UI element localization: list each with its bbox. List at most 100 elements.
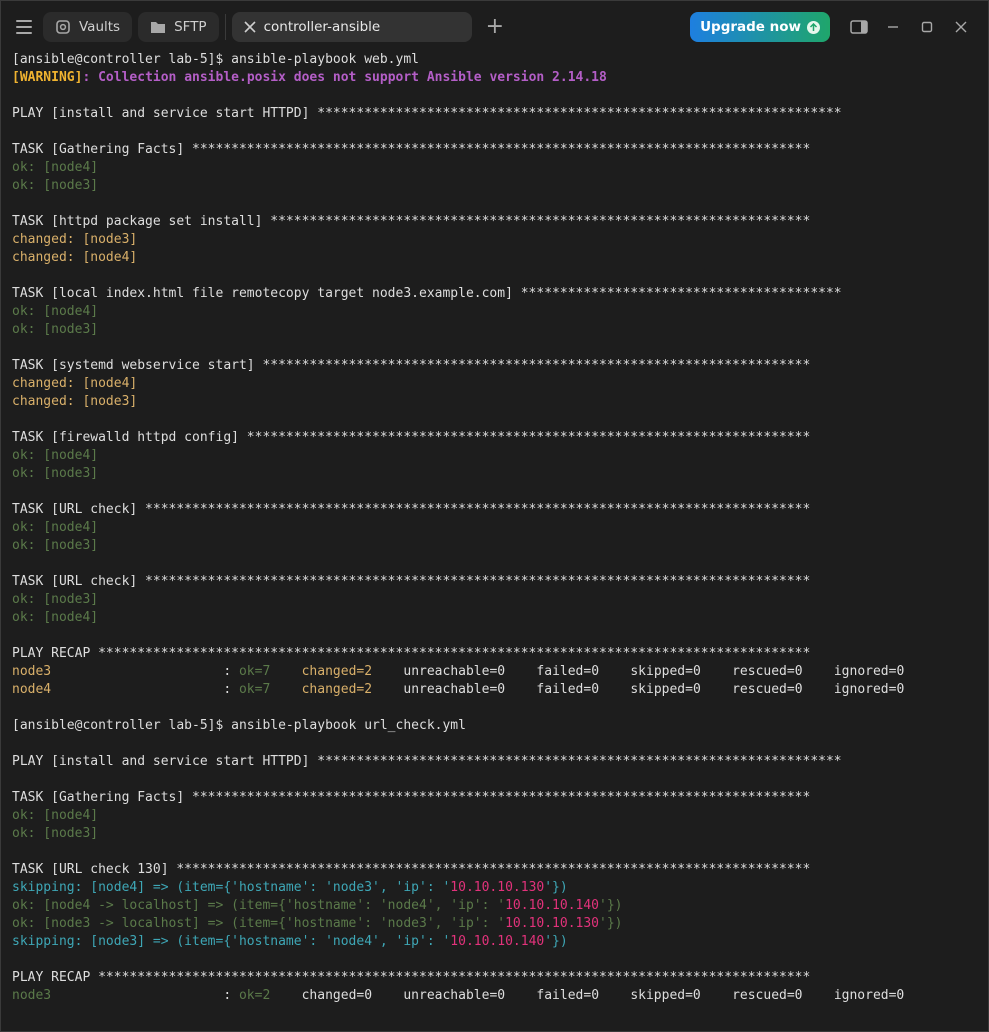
terminal-text: TASK [systemd webservice start] ********… [12, 358, 811, 373]
terminal-line: ok: [node3] [12, 465, 977, 483]
terminal-line: skipping: [node4] => (item={'hostname': … [12, 879, 977, 897]
terminal-text: [ansible@controller lab-5]$ ansible-play… [12, 718, 466, 733]
terminal-text: ok=2 [238, 988, 271, 1003]
terminal-line: ok: [node4] [12, 303, 977, 321]
arrow-up-icon [807, 20, 820, 34]
terminal-text: ok: [node4] [12, 160, 99, 175]
terminal-line: ok: [node4] [12, 807, 977, 825]
terminal-text: changed: [node4] [12, 250, 138, 265]
terminal-text: '}) [599, 916, 623, 931]
terminal-text: TASK [URL check] ***********************… [12, 574, 811, 589]
terminal-text: ok: [node4 -> localhost] => (item={'host… [12, 898, 506, 913]
terminal-line: TASK [URL check 130] *******************… [12, 861, 977, 879]
terminal-line: ok: [node4] [12, 447, 977, 465]
terminal-text: 10.10.10.140 [505, 898, 600, 913]
minimize-icon[interactable] [876, 12, 910, 42]
terminal-line: skipping: [node3] => (item={'hostname': … [12, 933, 977, 951]
terminal-line: ok: [node3] [12, 321, 977, 339]
terminal-text: PLAY [install and service start HTTPD] *… [12, 106, 842, 121]
terminal-text: skipping: [node3] => (item={'hostname': … [12, 934, 451, 949]
terminal-line: TASK [httpd package set install] *******… [12, 213, 977, 231]
terminal-line: ok: [node3] [12, 537, 977, 555]
terminal-line: TASK [URL check] ***********************… [12, 573, 977, 591]
terminal-line: ok: [node3 -> localhost] => (item={'host… [12, 915, 977, 933]
terminal-line: node3 : ok=7 changed=2 unreachable=0 fai… [12, 663, 977, 681]
terminal-line: ok: [node3] [12, 591, 977, 609]
sidebar-toggle-icon[interactable] [842, 12, 876, 42]
terminal-text: PLAY [install and service start HTTPD] *… [12, 754, 842, 769]
new-tab-icon[interactable]: + [486, 15, 504, 38]
terminal-text: ok: [node4] [12, 448, 99, 463]
upgrade-label: Upgrade now [700, 19, 801, 35]
terminal-text: 10.10.10.130 [450, 880, 545, 895]
tab-label: controller-ansible [263, 18, 381, 35]
terminal-text: : Collection ansible.posix does not supp… [82, 70, 607, 85]
folder-icon [150, 20, 166, 34]
terminal-text: : [51, 988, 239, 1003]
upgrade-button[interactable]: Upgrade now [690, 12, 830, 42]
vault-icon [55, 19, 71, 35]
terminal-text: ok=7 [238, 682, 271, 697]
terminal-text: changed=2 [301, 682, 373, 697]
terminal-text: 10.10.10.140 [450, 934, 545, 949]
terminal-text: PLAY RECAP *****************************… [12, 970, 811, 985]
terminal-line: changed: [node3] [12, 393, 977, 411]
tab-label: SFTP [174, 18, 207, 35]
terminal-line: TASK [firewalld httpd config] **********… [12, 429, 977, 447]
terminal-text: ok: [node3] [12, 178, 99, 193]
terminal-text: 10.10.10.130 [505, 916, 600, 931]
terminal-line: changed: [node3] [12, 231, 977, 249]
terminal-text: node4 [12, 682, 52, 697]
terminal-line: ok: [node3] [12, 177, 977, 195]
tab-sftp[interactable]: SFTP [138, 11, 219, 42]
window-close-icon[interactable] [944, 12, 978, 42]
terminal-text: changed: [node3] [12, 232, 138, 247]
terminal-text: '}) [544, 934, 568, 949]
terminal-line: TASK [URL check] ***********************… [12, 501, 977, 519]
terminal-text: changed=0 unreachable=0 failed=0 skipped… [270, 988, 905, 1003]
terminal-text: ok: [node3] [12, 592, 99, 607]
terminal-text: changed: [node3] [12, 394, 138, 409]
hamburger-menu-icon[interactable] [13, 16, 35, 38]
terminal-text: skipping: [node4] => (item={'hostname': … [12, 880, 451, 895]
terminal-text: node3 [12, 988, 52, 1003]
terminal-line: TASK [systemd webservice start] ********… [12, 357, 977, 375]
window-controls: Upgrade now [690, 11, 978, 43]
terminal-line: ok: [node4 -> localhost] => (item={'host… [12, 897, 977, 915]
terminal-text: ok: [node3] [12, 466, 99, 481]
terminal-line: ok: [node4] [12, 609, 977, 627]
terminal-text: ok: [node4] [12, 304, 99, 319]
maximize-icon[interactable] [910, 12, 944, 42]
tab-controller-ansible[interactable]: controller-ansible [231, 11, 472, 42]
terminal-line: TASK [Gathering Facts] *****************… [12, 789, 977, 807]
terminal-line: [ansible@controller lab-5]$ ansible-play… [12, 51, 977, 69]
terminal-line: ok: [node4] [12, 519, 977, 537]
terminal-text: unreachable=0 failed=0 skipped=0 rescued… [372, 682, 905, 697]
terminal-text: ok: [node4] [12, 610, 99, 625]
tab-vaults[interactable]: Vaults [43, 11, 133, 42]
terminal-output[interactable]: [ansible@controller lab-5]$ ansible-play… [1, 51, 988, 1031]
terminal-text: TASK [URL check] ***********************… [12, 502, 811, 517]
terminal-line: PLAY [install and service start HTTPD] *… [12, 753, 977, 771]
close-icon[interactable] [244, 20, 256, 33]
terminal-text: ok: [node3 -> localhost] => (item={'host… [12, 916, 506, 931]
terminal-line: changed: [node4] [12, 375, 977, 393]
terminal-text: ok: [node4] [12, 520, 99, 535]
terminal-line: PLAY [install and service start HTTPD] *… [12, 105, 977, 123]
terminal-text: '}) [599, 898, 623, 913]
title-bar: Vaults SFTP controller-ansible + Upgrade… [1, 1, 988, 52]
terminal-text: : [51, 664, 239, 679]
terminal-line: node4 : ok=7 changed=2 unreachable=0 fai… [12, 681, 977, 699]
terminal-text: TASK [URL check 130] *******************… [12, 862, 811, 877]
terminal-text: changed=2 [301, 664, 373, 679]
terminal-line: [WARNING]: Collection ansible.posix does… [12, 69, 977, 87]
terminal-text: changed: [node4] [12, 376, 138, 391]
terminal-text: ok: [node3] [12, 322, 99, 337]
